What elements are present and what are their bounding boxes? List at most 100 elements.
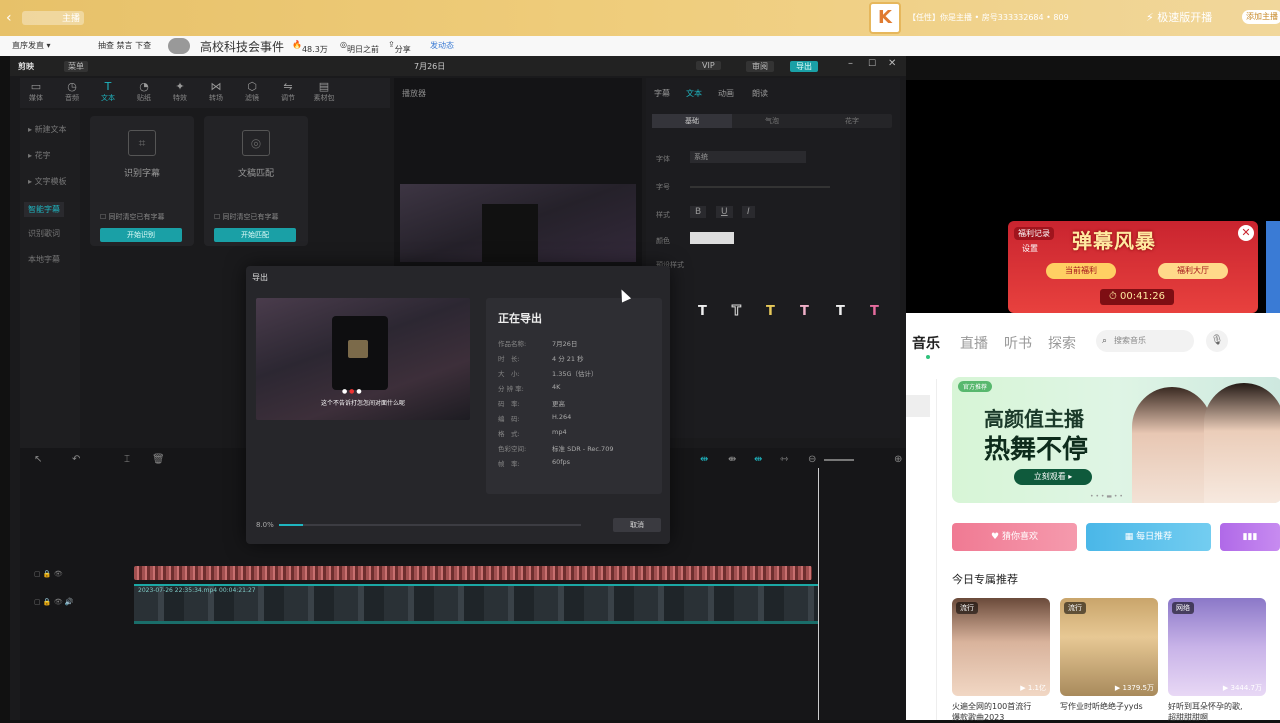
close-icon[interactable]: ✕ xyxy=(888,58,896,69)
subtab-basic[interactable]: 基础 xyxy=(652,114,732,128)
start-match-button[interactable]: 开始匹配 xyxy=(214,228,296,242)
playlist-title[interactable]: 火遍全网的100首流行 xyxy=(952,701,1050,712)
nav-text-template[interactable]: ▸ 文字模板 xyxy=(28,176,67,187)
follow-link[interactable]: 发动态 xyxy=(430,40,454,51)
select-tool-icon[interactable]: ↖ xyxy=(34,454,42,465)
tool-media[interactable]: ▭ 媒体 xyxy=(20,80,52,103)
review-button[interactable]: 审阅 xyxy=(746,61,774,72)
playlist-title[interactable]: 写作业时听绝绝子yyds xyxy=(1060,701,1158,712)
playlist-card[interactable]: 流行 ▶ 1.1亿 xyxy=(952,598,1050,696)
rank-button[interactable]: ▮▮▮ xyxy=(1220,523,1280,551)
welfare-hall-button[interactable]: 福利大厅 xyxy=(1158,263,1228,279)
promo-banner[interactable]: 福利记录 设置 弹幕风暴 当前福利 福利大厅 ⏱ 00:41:26 ✕ xyxy=(1008,221,1258,313)
tool-effects[interactable]: ✦ 特效 xyxy=(164,80,196,103)
guess-you-like-button[interactable]: ♥ 猜你喜欢 xyxy=(952,523,1077,551)
nav-smart-caption[interactable]: 智能字幕 xyxy=(24,202,64,217)
tab-caption[interactable]: 字幕 xyxy=(654,88,670,99)
tool-filter[interactable]: ⬡ 滤镜 xyxy=(236,80,268,103)
playlist-title-line2[interactable]: 超甜甜甜啊 xyxy=(1168,712,1266,723)
nav-new-text[interactable]: ▸ 新建文本 xyxy=(28,124,67,135)
link-icon[interactable]: ⇼ xyxy=(728,454,736,465)
hero-banner[interactable]: 官方推荐 高颜值主播 热舞不停 立刻观看 ▸ • • • ▬ • • xyxy=(952,377,1280,503)
tab-text[interactable]: 文本 xyxy=(686,88,702,99)
vip-badge[interactable]: VIP xyxy=(696,61,721,70)
subtab-fancy[interactable]: 花字 xyxy=(812,114,892,128)
sub-menu-2[interactable]: 抽查 禁言 下查 xyxy=(98,40,151,51)
preview-axis-icon[interactable]: ⇹ xyxy=(754,454,762,465)
close-icon[interactable]: ✕ xyxy=(1238,225,1254,241)
snap-icon[interactable]: ⇹ xyxy=(700,454,708,465)
add-host-button[interactable]: 添加主播 xyxy=(1242,10,1280,24)
tab-animation[interactable]: 动画 xyxy=(718,88,734,99)
tool-sticker[interactable]: ◔ 贴纸 xyxy=(128,80,160,103)
tab-audiobook[interactable]: 听书 xyxy=(1004,333,1032,353)
tool-audio[interactable]: ◷ 音频 xyxy=(56,80,88,103)
tool-text[interactable]: T 文本 xyxy=(92,80,124,103)
tool-adjust[interactable]: ⇋ 调节 xyxy=(272,80,304,103)
preset-pink[interactable]: T xyxy=(800,304,809,319)
maximize-icon[interactable]: ☐ xyxy=(868,59,876,69)
zoom-fit-icon[interactable]: ⊕ xyxy=(894,454,902,465)
current-welfare-button[interactable]: 当前福利 xyxy=(1046,263,1116,279)
undo-icon[interactable]: ↶ xyxy=(72,454,80,465)
playlist-card[interactable]: 流行 ▶ 1379.5万 xyxy=(1060,598,1158,696)
export-button[interactable]: 导出 xyxy=(790,61,818,72)
playlist-title-line2[interactable]: 爆款歌曲2023 xyxy=(952,712,1050,723)
size-slider[interactable] xyxy=(690,186,830,188)
clear-checkbox[interactable]: ☐ 同时清空已有字幕 xyxy=(214,212,279,222)
preset-yellow[interactable]: T xyxy=(766,304,775,319)
bold-button[interactable]: B xyxy=(690,206,707,218)
tab-live[interactable]: 直播 xyxy=(960,333,988,353)
tab-music[interactable]: 音乐 xyxy=(912,333,940,359)
carousel-dots[interactable]: • • • ▬ • • xyxy=(1090,493,1123,500)
tab-explore[interactable]: 探索 xyxy=(1048,333,1076,353)
playlist-title[interactable]: 好听到耳朵怀孕的歌, xyxy=(1168,701,1266,712)
start-recognize-button[interactable]: 开始识别 xyxy=(100,228,182,242)
caption-track[interactable] xyxy=(134,566,812,580)
nav-local-caption[interactable]: 本地字幕 xyxy=(28,254,60,265)
video-clip[interactable]: 2023-07-26 22:35:34.mp4 00:04:21:27 xyxy=(134,584,818,624)
video-track-controls[interactable]: ▢ 🔒 👁 🔊 xyxy=(34,598,74,606)
split-icon[interactable]: ⌶ xyxy=(124,454,130,465)
player-preview[interactable] xyxy=(400,184,636,262)
clear-checkbox[interactable]: ☐ 同时清空已有字幕 xyxy=(100,212,165,222)
nav-fancy-text[interactable]: ▸ 花字 xyxy=(28,150,51,161)
watch-now-button[interactable]: 立刻观看 ▸ xyxy=(1014,469,1092,485)
underline-button[interactable]: U xyxy=(716,206,733,218)
playhead[interactable] xyxy=(818,468,819,720)
settings-link[interactable]: 设置 xyxy=(1022,243,1038,254)
preset-outline[interactable]: T xyxy=(732,304,742,320)
mic-icon[interactable]: 🎙 xyxy=(1206,330,1228,352)
subtab-bubble[interactable]: 气泡 xyxy=(732,114,812,128)
welfare-record-tag[interactable]: 福利记录 xyxy=(1014,227,1054,240)
daily-recommend-button[interactable]: ▦ 每日推荐 xyxy=(1086,523,1211,551)
playlist-card[interactable]: 网络 ▶ 3444.7万 xyxy=(1168,598,1266,696)
italic-button[interactable]: I xyxy=(742,206,755,218)
search-input[interactable]: ⌕ 搜索音乐 xyxy=(1096,330,1194,352)
zoom-slider[interactable] xyxy=(824,459,854,461)
share-button[interactable]: ⇪ 分享 xyxy=(388,40,411,54)
tomorrow-link[interactable]: ◎ 明日之前 xyxy=(340,40,379,54)
heat-count: 🔥 48.3万 xyxy=(292,40,328,54)
preset-shadow[interactable]: T xyxy=(836,304,845,319)
zoom-out-icon[interactable]: ⊖ xyxy=(808,454,816,465)
tool-pack[interactable]: ▤ 素材包 xyxy=(308,80,340,103)
tab-read[interactable]: 朗读 xyxy=(752,88,768,99)
nav-lyrics[interactable]: 识别歌词 xyxy=(28,228,60,239)
side-tab[interactable] xyxy=(906,395,930,417)
menu-button[interactable]: 菜单 xyxy=(64,61,88,72)
track-lock-icon[interactable]: ▢ 🔒 👁 xyxy=(34,570,63,578)
sub-menu-1[interactable]: 直序发直 ▾ xyxy=(12,40,51,51)
align-icon[interactable]: ⇿ xyxy=(780,454,788,465)
preset-white[interactable]: T xyxy=(698,304,707,319)
cancel-export-button[interactable]: 取消 xyxy=(613,518,661,532)
text-icon: T xyxy=(104,80,112,93)
color-swatch[interactable] xyxy=(690,232,734,244)
minimize-icon[interactable]: – xyxy=(848,58,853,69)
font-select[interactable]: 系统 xyxy=(690,151,806,163)
speed-start-button[interactable]: ⚡ 极速版开播 xyxy=(1146,9,1212,25)
preset-magenta[interactable]: T xyxy=(870,304,879,319)
delete-icon[interactable]: 🗑 xyxy=(152,454,165,465)
tool-transition[interactable]: ⋈ 转场 xyxy=(200,80,232,103)
chevron-left-icon[interactable]: ‹ xyxy=(6,10,12,26)
